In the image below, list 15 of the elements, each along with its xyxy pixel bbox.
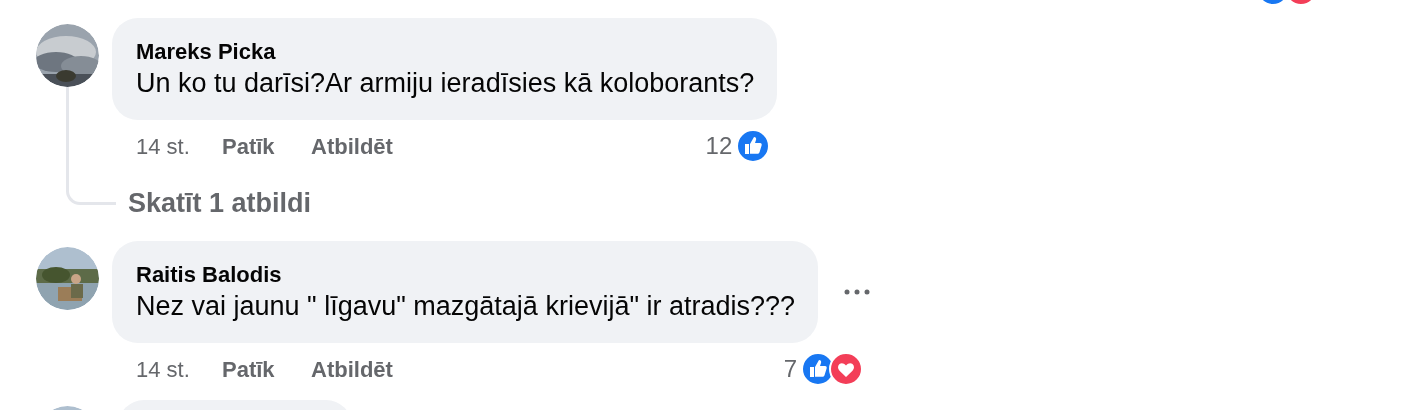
reaction-count: 12 xyxy=(705,131,733,161)
reply-link[interactable]: Atbildēt xyxy=(311,129,393,163)
thumbs-up-icon xyxy=(736,129,771,163)
like-link[interactable]: Patīk xyxy=(222,129,311,163)
reaction-count: 7 xyxy=(783,354,798,384)
timestamp[interactable]: 14 st. xyxy=(136,352,222,386)
timestamp[interactable]: 14 st. xyxy=(136,129,222,163)
view-replies-link[interactable]: Skatīt 1 atbildi xyxy=(128,186,312,220)
comment-text: Nez vai jaunu " līgavu" mazgātajā krievijā" ir atradis??? xyxy=(136,290,796,323)
author-name[interactable]: Raitis Balodis xyxy=(136,263,796,287)
like-link[interactable]: Patīk xyxy=(222,352,311,386)
author-name[interactable]: Mareks Picka xyxy=(136,40,755,64)
reply-link[interactable]: Atbildēt xyxy=(311,352,393,386)
more-options-icon[interactable] xyxy=(844,289,871,295)
comment-text: Un ko tu darīsi?Ar armiju ieradīsies kā koloborants? xyxy=(136,67,755,100)
